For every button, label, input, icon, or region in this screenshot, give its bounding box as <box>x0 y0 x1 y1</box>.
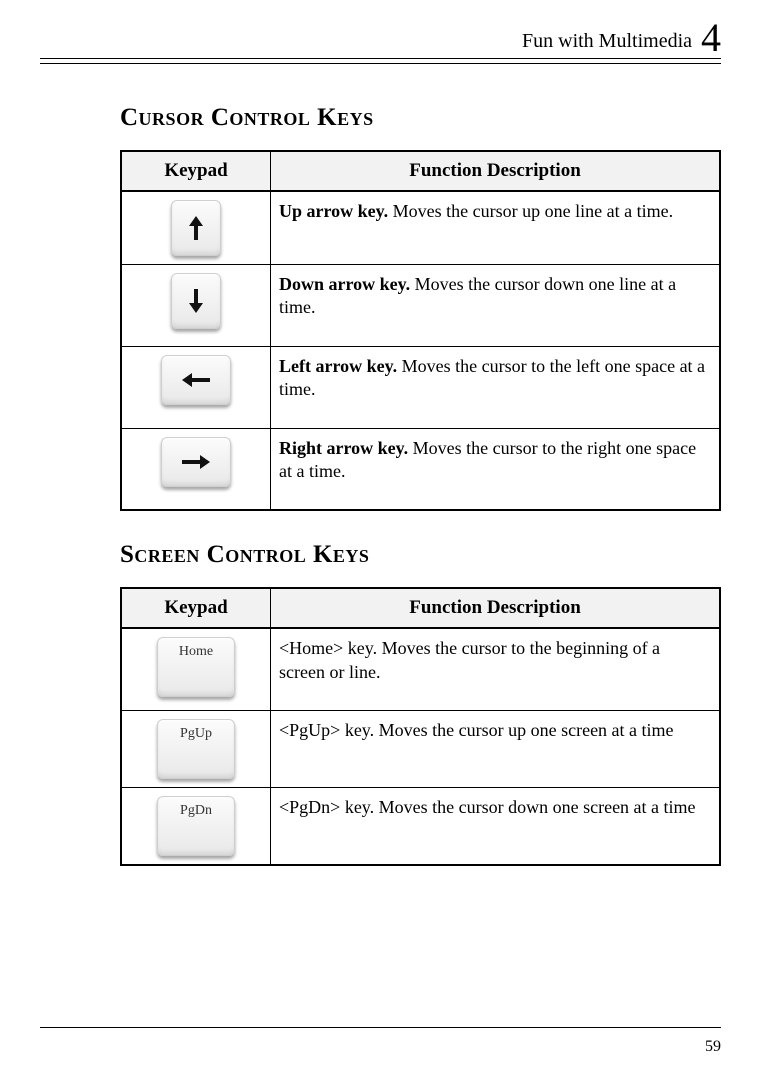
cursor-col-keypad: Keypad <box>121 151 271 191</box>
section-title-cursor: Cursor Control Keys <box>120 104 721 132</box>
cursor-col-description: Function Description <box>271 151 721 191</box>
left-arrow-description: Left arrow key. Moves the cursor to the … <box>271 346 721 428</box>
desc-bold: Up arrow key. <box>279 201 388 221</box>
desc-rest: Moves the cursor up one line at a time. <box>388 201 673 221</box>
right-arrow-key-icon <box>161 437 231 487</box>
desc-bold: Left arrow key. <box>279 356 397 376</box>
up-arrow-key-icon <box>171 200 221 256</box>
desc-bold: Down arrow key. <box>279 274 410 294</box>
desc-bold: Right arrow key. <box>279 438 408 458</box>
right-arrow-description: Right arrow key. Moves the cursor to the… <box>271 428 721 510</box>
screen-col-keypad: Keypad <box>121 588 271 628</box>
pgdn-key-icon: PgDn <box>157 796 235 856</box>
home-key-icon: Home <box>157 637 235 697</box>
table-row: Down arrow key. Moves the cursor down on… <box>121 265 720 347</box>
screen-keys-table: Keypad Function Description Home <Home> … <box>120 587 721 866</box>
table-row: PgUp <PgUp> key. Moves the cursor up one… <box>121 711 720 788</box>
pgup-key-description: <PgUp> key. Moves the cursor up one scre… <box>271 711 721 788</box>
home-key-description: <Home> key. Moves the cursor to the begi… <box>271 628 721 710</box>
table-row: Left arrow key. Moves the cursor to the … <box>121 346 720 428</box>
screen-col-description: Function Description <box>271 588 721 628</box>
running-head: Fun with Multimedia 4 <box>40 18 721 59</box>
pgdn-key-description: <PgDn> key. Moves the cursor down one sc… <box>271 788 721 866</box>
footer-rule <box>40 1027 721 1028</box>
section-title-screen: Screen Control Keys <box>120 541 721 569</box>
pgup-key-icon: PgUp <box>157 719 235 779</box>
table-row: Home <Home> key. Moves the cursor to the… <box>121 628 720 710</box>
chapter-number: 4 <box>701 15 721 60</box>
header-rule <box>40 63 721 64</box>
table-row: Right arrow key. Moves the cursor to the… <box>121 428 720 510</box>
down-arrow-description: Down arrow key. Moves the cursor down on… <box>271 265 721 347</box>
cursor-keys-table: Keypad Function Description Up arrow key… <box>120 150 721 511</box>
table-row: Up arrow key. Moves the cursor up one li… <box>121 191 720 265</box>
page-number: 59 <box>705 1038 721 1056</box>
key-label: Home <box>157 643 235 661</box>
left-arrow-key-icon <box>161 355 231 405</box>
running-title: Fun with Multimedia <box>522 30 692 52</box>
up-arrow-description: Up arrow key. Moves the cursor up one li… <box>271 191 721 265</box>
key-label: PgUp <box>157 725 235 743</box>
table-row: PgDn <PgDn> key. Moves the cursor down o… <box>121 788 720 866</box>
down-arrow-key-icon <box>171 273 221 329</box>
key-label: PgDn <box>157 802 235 820</box>
